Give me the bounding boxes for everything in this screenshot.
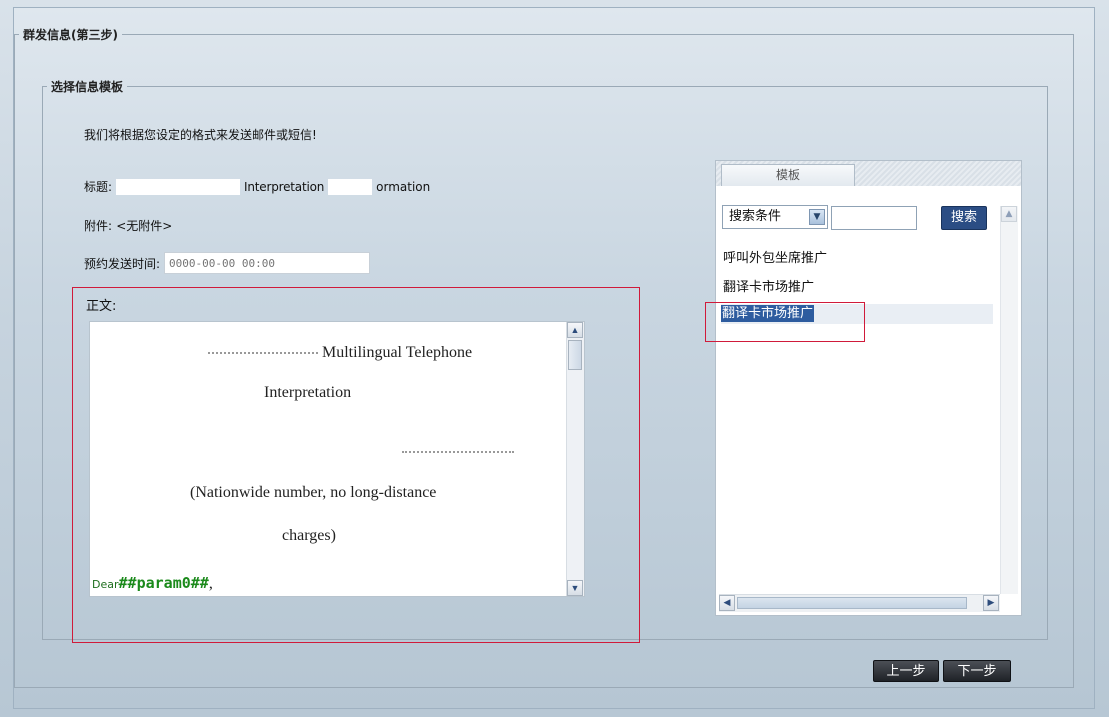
subject-row: 标题: Interpretation ormation	[84, 178, 430, 195]
scroll-right-icon[interactable]: ▶	[983, 595, 999, 611]
editor-scrollbar[interactable]: ▲ ▼	[566, 322, 584, 596]
search-condition-select[interactable]: 搜索条件 ▼	[722, 205, 828, 229]
subject-text-2: ormation	[376, 179, 431, 194]
next-step-button[interactable]: 下一步	[943, 660, 1011, 682]
redacted-block	[208, 352, 318, 355]
template-item[interactable]: 翻译卡市场推广	[723, 276, 814, 295]
body-editor[interactable]: Multilingual Telephone Interpretation (N…	[89, 321, 585, 597]
hscroll-thumb[interactable]	[737, 597, 967, 609]
chevron-down-icon[interactable]: ▼	[809, 209, 825, 225]
template-tabbar: 模板	[716, 161, 1021, 186]
scroll-thumb[interactable]	[568, 340, 582, 370]
param-placeholder: ##param0##	[118, 574, 209, 592]
search-button[interactable]: 搜索	[941, 206, 987, 230]
tab-templates[interactable]: 模板	[721, 164, 855, 186]
template-list-scrollbar[interactable]: ▲	[1000, 206, 1018, 594]
greeting-prefix: Dear	[92, 578, 119, 591]
attachment-label: 附件:	[84, 219, 113, 233]
scroll-left-icon[interactable]: ◀	[719, 595, 735, 611]
subject-text-1: Interpretation	[244, 179, 325, 194]
subject-label: 标题:	[84, 180, 113, 194]
body-line: (Nationwide number, no long-distance	[190, 484, 437, 501]
redacted-block	[116, 178, 241, 195]
greeting-line: Dear##param0##,	[92, 574, 213, 593]
section-title: 选择信息模板	[51, 80, 124, 94]
attachment-row: 附件: <无附件>	[84, 217, 172, 234]
greeting-suffix: ,	[208, 575, 213, 592]
intro-text: 我们将根据您设定的格式来发送邮件或短信!	[84, 128, 317, 142]
scroll-down-icon[interactable]: ▼	[567, 580, 583, 596]
selection-highlight-frame	[705, 302, 865, 342]
body-line: charges)	[282, 527, 336, 544]
template-item[interactable]: 呼叫外包坐席推广	[723, 247, 827, 266]
schedule-row: 预约发送时间:	[84, 252, 371, 274]
body-line: Multilingual Telephone	[208, 344, 472, 362]
attachment-value: <无附件>	[116, 219, 173, 233]
search-input[interactable]	[831, 206, 917, 230]
schedule-time-input[interactable]	[164, 252, 371, 274]
template-list-hscrollbar[interactable]: ◀ ▶	[719, 594, 1000, 612]
redacted-block	[328, 178, 373, 195]
body-label: 正文:	[86, 299, 117, 314]
schedule-label: 预约发送时间:	[84, 256, 161, 271]
redacted-block	[402, 440, 514, 458]
body-line: Interpretation	[264, 384, 352, 401]
window-title: 群发信息(第三步)	[23, 28, 118, 42]
scroll-up-icon[interactable]: ▲	[1001, 206, 1017, 222]
prev-step-button[interactable]: 上一步	[873, 660, 939, 682]
scroll-up-icon[interactable]: ▲	[567, 322, 583, 338]
search-condition-value: 搜索条件	[729, 209, 782, 224]
